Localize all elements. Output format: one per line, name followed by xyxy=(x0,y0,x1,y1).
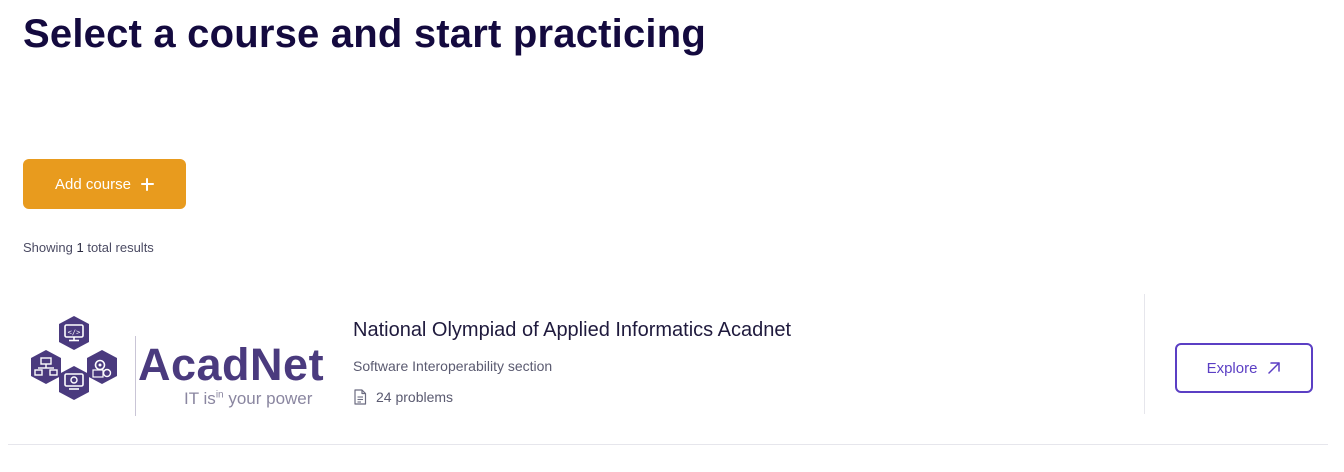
add-course-button[interactable]: Add course xyxy=(23,159,186,209)
explore-button[interactable]: Explore xyxy=(1175,343,1313,393)
explore-label: Explore xyxy=(1206,359,1258,377)
page-title: Select a course and start practicing xyxy=(23,12,707,56)
course-card: </> AcadNet IT isin your power National … xyxy=(8,294,1328,445)
logo-wordmark: AcadNet xyxy=(138,339,325,390)
problems-count: 24 problems xyxy=(353,389,453,405)
logo-divider xyxy=(135,336,136,416)
results-count: 1 xyxy=(76,240,84,255)
add-course-label: Add course xyxy=(55,175,131,193)
card-divider xyxy=(1144,294,1145,414)
results-prefix: Showing xyxy=(23,240,77,255)
problems-label: 24 problems xyxy=(376,389,454,405)
logo-tag-prefix: IT is xyxy=(184,389,216,408)
course-subtitle: Software Interoperability section xyxy=(353,358,553,374)
results-summary: Showing 1 total results xyxy=(23,240,154,255)
logo-tagline: IT isin your power xyxy=(184,390,312,407)
acadnet-hexagon-icon: </> xyxy=(31,316,117,400)
logo-tag-sup: in xyxy=(215,389,224,401)
course-title[interactable]: National Olympiad of Applied Informatics… xyxy=(353,319,791,342)
svg-text:</>: </> xyxy=(68,329,81,337)
page: Select a course and start practicing Add… xyxy=(0,0,1344,472)
results-suffix: total results xyxy=(83,240,154,255)
arrow-up-right-icon xyxy=(1268,362,1281,374)
logo-tag-suffix: your power xyxy=(223,389,313,408)
course-logo: </> AcadNet IT isin your power xyxy=(28,314,328,416)
plus-icon xyxy=(140,177,154,191)
document-icon xyxy=(354,389,367,405)
